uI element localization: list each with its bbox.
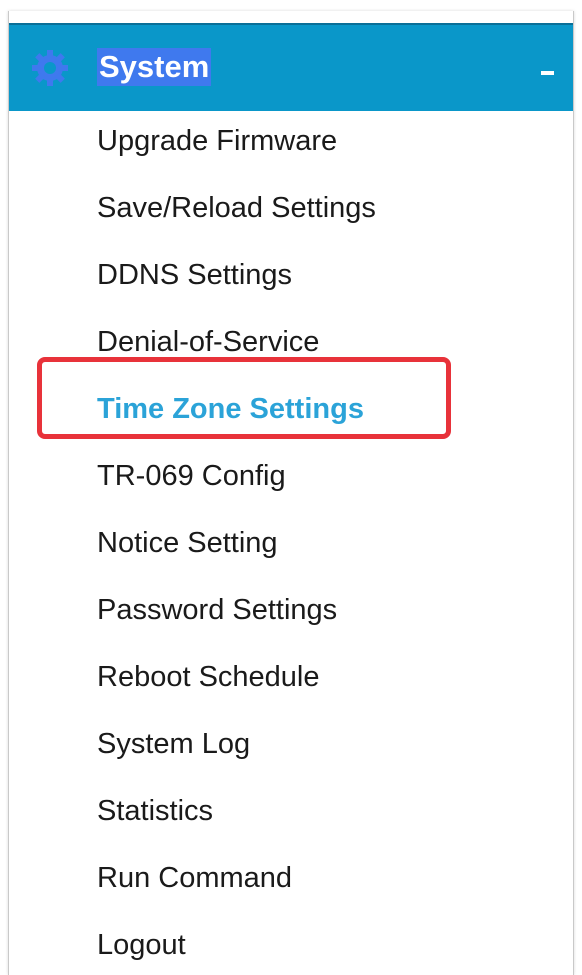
- menu-item-reboot-schedule[interactable]: Reboot Schedule: [97, 657, 320, 697]
- gear-icon: [32, 50, 68, 86]
- menu-item-password-settings[interactable]: Password Settings: [97, 590, 337, 630]
- collapse-button[interactable]: [537, 51, 559, 83]
- menu-item-run-command[interactable]: Run Command: [97, 858, 292, 898]
- menu-item-logout[interactable]: Logout: [97, 925, 186, 965]
- menu-item-statistics[interactable]: Statistics: [97, 791, 213, 831]
- selection-highlight-box: [37, 357, 451, 439]
- menu-item-save-reload-settings[interactable]: Save/Reload Settings: [97, 188, 376, 228]
- section-title: System: [97, 48, 212, 86]
- menu-item-notice-setting[interactable]: Notice Setting: [97, 523, 278, 563]
- system-section-header[interactable]: System: [9, 23, 573, 111]
- minus-icon: [541, 71, 554, 75]
- menu-item-upgrade-firmware[interactable]: Upgrade Firmware: [97, 121, 337, 161]
- menu-item-denial-of-service[interactable]: Denial-of-Service: [97, 322, 319, 362]
- menu-item-system-log[interactable]: System Log: [97, 724, 250, 764]
- menu-item-ddns-settings[interactable]: DDNS Settings: [97, 255, 292, 295]
- menu-item-tr-069-config[interactable]: TR-069 Config: [97, 456, 286, 496]
- system-menu-panel: System Upgrade Firmware Save/Reload Sett…: [8, 11, 574, 975]
